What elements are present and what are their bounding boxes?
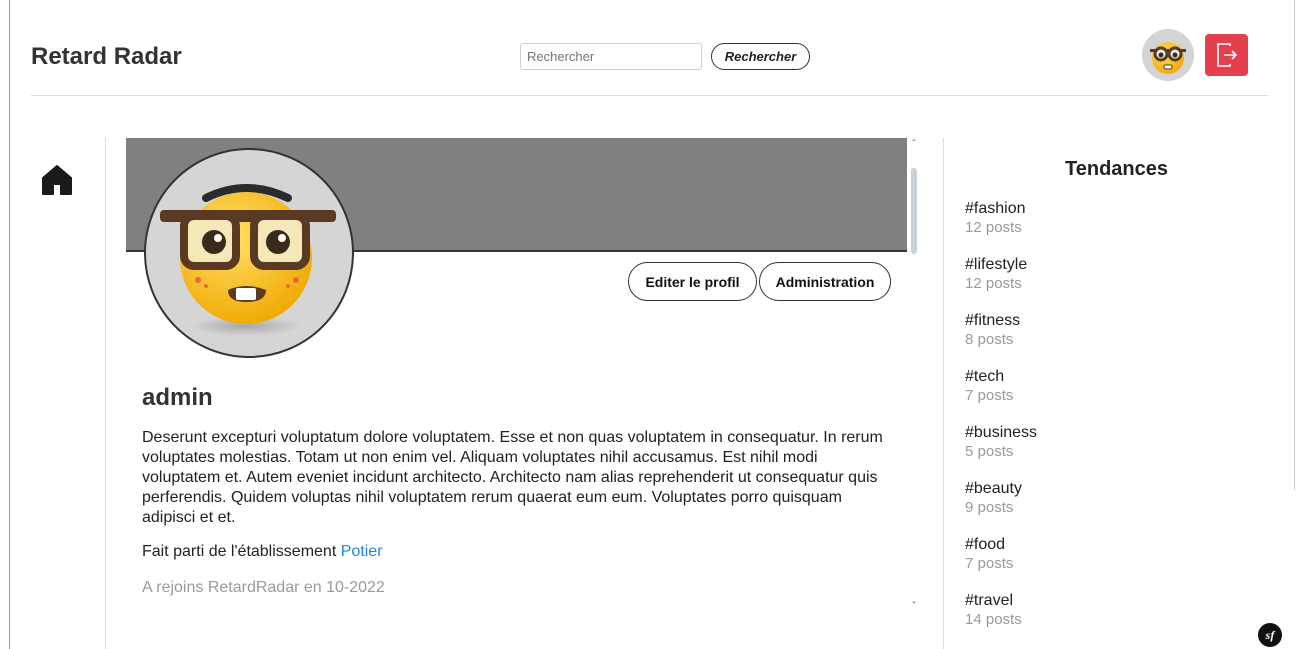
profile-bio: Deserunt excepturi voluptatum dolore vol… [142,429,883,526]
trend-tag[interactable]: #travel [965,591,1265,610]
profile-establishment: Fait parti de l'établissement Potier [142,543,383,561]
home-icon [42,165,72,195]
user-avatar[interactable] [1142,29,1194,81]
trend-count: 5 posts [965,443,1014,460]
trend-item: #beauty 9 posts [965,479,1265,535]
logout-icon [1216,43,1237,67]
search-input[interactable] [520,43,702,70]
trend-tag[interactable]: #fashion [965,199,1265,218]
trends-sidebar: Tendances #fashion 12 posts #lifestyle 1… [965,158,1275,649]
trend-count: 12 posts [965,219,1022,236]
profile-scrollbar[interactable]: ˆ ˇ [906,138,922,620]
trend-count: 8 posts [965,331,1014,348]
symfony-debug-icon[interactable]: sf [1258,623,1282,647]
profile-avatar [144,148,354,358]
trend-item: #food 7 posts [965,535,1265,591]
trend-item: #fitness 8 posts [965,311,1265,367]
scroll-down-arrow-icon[interactable]: ˇ [906,600,922,614]
trends-title: Tendances [1065,158,1168,180]
nerd-face-emoji-icon [1150,42,1186,74]
nav-divider [105,138,106,649]
trend-item: #tech 7 posts [965,367,1265,423]
trend-item: #business 5 posts [965,423,1265,479]
trend-tag[interactable]: #beauty [965,479,1265,498]
window-left-border [9,0,10,649]
trend-item: #travel 14 posts [965,591,1265,647]
home-nav-link[interactable] [40,163,74,197]
profile-joined-date: A rejoins RetardRadar en 10-2022 [142,579,385,596]
establishment-link[interactable]: Potier [341,543,383,560]
top-header: Retard Radar Rechercher [31,0,1268,96]
trends-list: #fashion 12 posts #lifestyle 12 posts #f… [965,199,1265,647]
administration-button[interactable]: Administration [759,262,891,301]
trends-divider [943,138,944,649]
trend-tag[interactable]: #fitness [965,311,1265,330]
trend-tag[interactable]: #food [965,535,1265,554]
trend-count: 9 posts [965,499,1014,516]
trend-count: 7 posts [965,555,1014,572]
profile-username: admin [142,384,213,411]
scroll-up-arrow-icon[interactable]: ˆ [906,138,922,152]
nerd-face-avatar-icon [160,184,336,336]
trend-tag[interactable]: #lifestyle [965,255,1265,274]
trend-count: 12 posts [965,275,1022,292]
trend-item: #fashion 12 posts [965,199,1265,255]
search-button[interactable]: Rechercher [711,43,810,70]
trend-count: 14 posts [965,611,1022,628]
window-right-border [1294,0,1295,490]
logout-button[interactable] [1205,34,1248,76]
scroll-thumb[interactable] [911,168,917,254]
trend-item: #lifestyle 12 posts [965,255,1265,311]
profile-panel: Editer le profil Administration admin De… [126,138,907,649]
brand-title[interactable]: Retard Radar [31,43,182,71]
edit-profile-button[interactable]: Editer le profil [628,262,757,301]
establishment-prefix: Fait parti de l'établissement [142,543,337,560]
trend-tag[interactable]: #tech [965,367,1265,386]
trend-tag[interactable]: #business [965,423,1265,442]
trend-count: 7 posts [965,387,1014,404]
